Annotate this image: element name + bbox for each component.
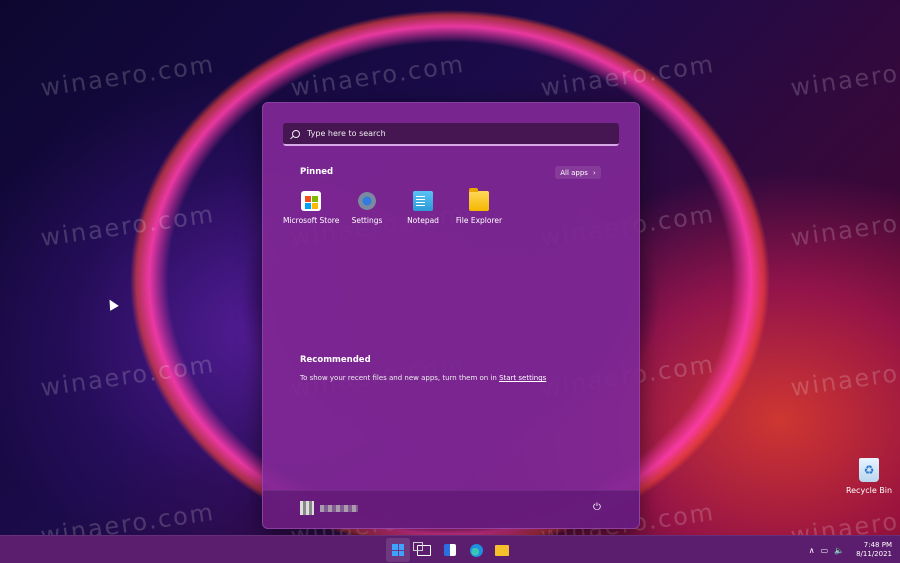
- volume-icon[interactable]: 🔈: [834, 546, 844, 555]
- widgets-button[interactable]: [438, 538, 462, 562]
- taskbar-apps: [386, 538, 514, 562]
- user-name-redacted: [320, 504, 358, 512]
- pinned-apps-grid: Microsoft Store Settings Notepad File Ex…: [283, 188, 619, 225]
- app-label: Settings: [351, 216, 383, 225]
- chevron-right-icon: ›: [592, 168, 596, 177]
- pinned-title: Pinned: [300, 167, 334, 177]
- pinned-app-file-explorer[interactable]: File Explorer: [451, 188, 507, 225]
- start-menu-footer: ⏻: [263, 490, 639, 528]
- search-placeholder: Type here to search: [307, 129, 386, 138]
- all-apps-button[interactable]: All apps ›: [555, 166, 601, 179]
- avatar: [300, 501, 314, 515]
- search-input[interactable]: Type here to search: [283, 123, 619, 146]
- widgets-icon: [444, 544, 456, 556]
- clock-date: 8/11/2021: [856, 550, 892, 558]
- windows-logo-icon: [392, 544, 404, 556]
- start-menu: Type here to search Pinned All apps › Mi…: [262, 102, 640, 529]
- task-view-icon: [413, 541, 431, 556]
- recycle-bin-icon: ♻: [859, 458, 879, 482]
- power-icon: ⏻: [593, 502, 601, 513]
- watermark: winaero.com: [288, 49, 467, 103]
- start-settings-link[interactable]: Start settings: [499, 374, 546, 382]
- power-button[interactable]: ⏻: [593, 503, 603, 513]
- recycle-bin-label: Recycle Bin: [845, 486, 893, 495]
- pinned-app-settings[interactable]: Settings: [339, 191, 395, 225]
- start-button[interactable]: [386, 538, 410, 562]
- microsoft-store-icon: [301, 191, 321, 211]
- network-icon[interactable]: ▭: [821, 546, 829, 555]
- recycle-bin-desktop-icon[interactable]: ♻ Recycle Bin: [845, 458, 893, 495]
- user-account-button[interactable]: [300, 501, 358, 515]
- folder-icon: [469, 188, 489, 211]
- search-icon: [292, 129, 300, 138]
- clock-time: 7:48 PM: [863, 541, 892, 549]
- all-apps-label: All apps: [560, 168, 588, 177]
- watermark: winaero.com: [788, 349, 900, 403]
- clock[interactable]: 7:48 PM 8/11/2021: [856, 541, 892, 559]
- edge-button[interactable]: [464, 538, 488, 562]
- system-tray: ∧ ▭ 🔈 7:48 PM 8/11/2021: [809, 536, 892, 563]
- file-explorer-button[interactable]: [490, 538, 514, 562]
- app-label: Microsoft Store: [283, 216, 340, 225]
- pinned-app-microsoft-store[interactable]: Microsoft Store: [283, 191, 339, 225]
- watermark: winaero.com: [538, 49, 717, 103]
- watermark: winaero.com: [788, 49, 900, 103]
- watermark: winaero.com: [38, 349, 217, 403]
- watermark: winaero.com: [38, 199, 217, 253]
- settings-gear-icon: [357, 191, 377, 211]
- watermark: winaero.com: [788, 199, 900, 253]
- app-label: File Explorer: [455, 216, 503, 225]
- recommended-message: To show your recent files and new apps, …: [300, 374, 546, 382]
- notepad-icon: [413, 191, 433, 211]
- taskbar: ∧ ▭ 🔈 7:48 PM 8/11/2021: [0, 535, 900, 563]
- recommended-text: To show your recent files and new apps, …: [300, 374, 497, 382]
- app-label: Notepad: [407, 216, 439, 225]
- pinned-app-notepad[interactable]: Notepad: [395, 191, 451, 225]
- chevron-up-icon[interactable]: ∧: [809, 546, 815, 555]
- file-explorer-icon: [495, 544, 509, 556]
- mouse-cursor: [105, 297, 119, 311]
- recommended-title: Recommended: [300, 355, 371, 365]
- watermark: winaero.com: [38, 49, 217, 103]
- edge-browser-icon: [469, 543, 483, 557]
- task-view-button[interactable]: [412, 538, 436, 562]
